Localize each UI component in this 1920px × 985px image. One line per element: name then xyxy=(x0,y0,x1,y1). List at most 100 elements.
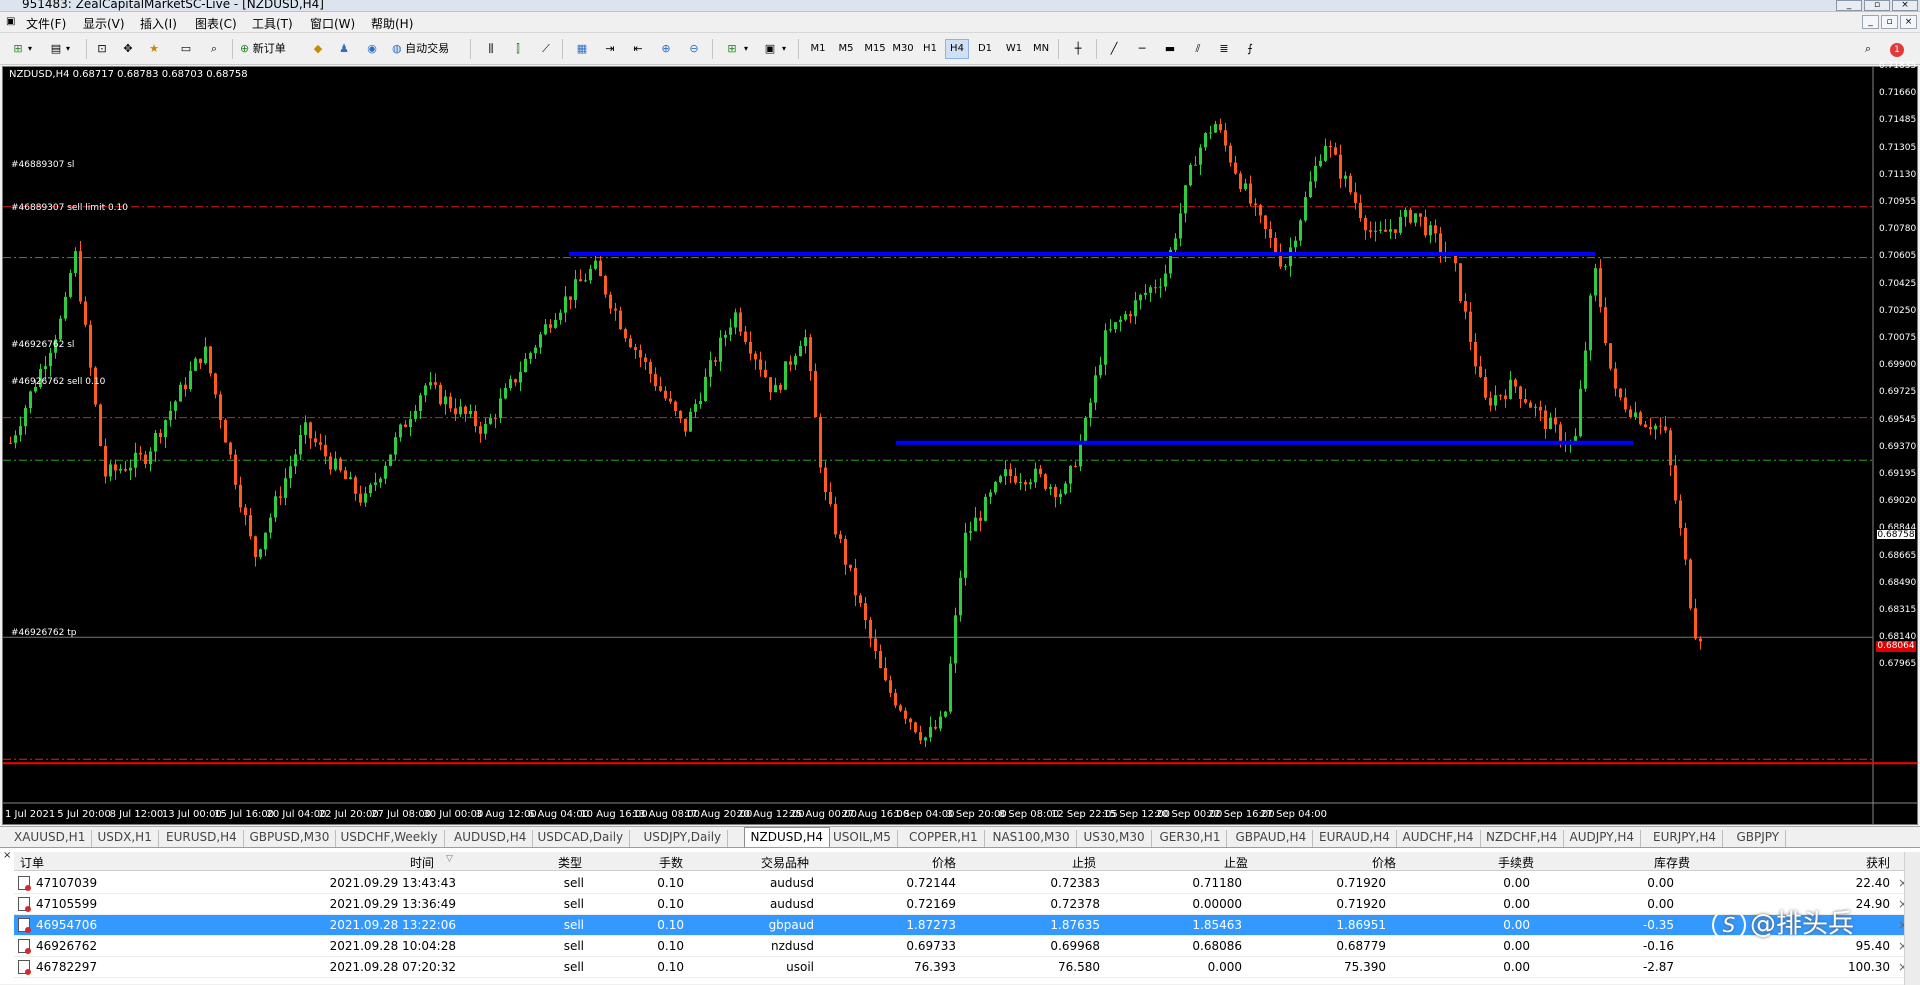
tile-windows-icon[interactable]: ▦ xyxy=(572,39,592,59)
mdi-restore-button[interactable]: ▫ xyxy=(1881,15,1898,29)
col-time[interactable]: 时间 xyxy=(410,854,434,871)
chart-tab[interactable]: GER30,H1 xyxy=(1154,830,1228,847)
profiles-icon[interactable]: ▤ xyxy=(46,39,66,59)
chart-tab[interactable]: GBPUSD,M30 xyxy=(244,830,337,847)
menu-tools[interactable]: 工具(T) xyxy=(252,15,293,32)
restore-button[interactable]: ▫ xyxy=(1864,0,1890,11)
tf-w1[interactable]: W1 xyxy=(1002,39,1026,59)
chart-tab[interactable]: NAS100,M30 xyxy=(987,830,1077,847)
fibo-fan-icon[interactable]: ⨍ xyxy=(1240,39,1260,59)
new-chart-icon[interactable]: ⊞ xyxy=(8,39,28,59)
vertical-scrollbar[interactable] xyxy=(1904,852,1920,985)
bar-chart-icon[interactable]: ⫼ xyxy=(481,39,501,59)
mdi-minimize-button[interactable]: _ xyxy=(1862,15,1879,29)
tf-m30[interactable]: M30 xyxy=(889,39,917,59)
menu-help[interactable]: 帮助(H) xyxy=(371,15,413,32)
app-icon[interactable]: ▣ xyxy=(6,16,15,27)
signals-icon[interactable]: ♟ xyxy=(334,39,354,59)
crosshair-icon[interactable]: ┼ xyxy=(1068,39,1088,59)
col-order[interactable]: 订单 xyxy=(20,854,44,871)
market-icon[interactable]: ◉ xyxy=(362,39,382,59)
tf-d1[interactable]: D1 xyxy=(973,39,997,59)
chart-tab[interactable]: USDX,H1 xyxy=(92,830,159,847)
tf-h4[interactable]: H4 xyxy=(945,39,969,59)
order-line-label[interactable]: #46926762 sl xyxy=(11,340,74,350)
candlestick-icon[interactable]: ⫿ xyxy=(508,39,528,59)
zoom-in-icon[interactable]: ⊕ xyxy=(656,39,676,59)
terminal-icon[interactable]: ▭ xyxy=(176,39,196,59)
tf-m15[interactable]: M15 xyxy=(861,39,889,59)
horizontal-line-icon[interactable]: ─ xyxy=(1132,39,1152,59)
chart-tab[interactable]: AUDCHF,H4 xyxy=(1397,830,1481,847)
tf-m5[interactable]: M5 xyxy=(834,39,858,59)
chevron-down-icon[interactable]: ▾ xyxy=(28,39,32,59)
col-symbol[interactable]: 交易品种 xyxy=(761,854,809,871)
chart-shift-icon[interactable]: ⇤ xyxy=(628,39,648,59)
templates-icon[interactable]: ▣ xyxy=(760,39,780,59)
col-type[interactable]: 类型 xyxy=(558,854,582,871)
col-open-price[interactable]: 价格 xyxy=(932,854,956,871)
zoom-out-icon[interactable]: ⊖ xyxy=(684,39,704,59)
chart-tab[interactable]: USDCHF,Weekly xyxy=(335,830,445,847)
chart-tab[interactable]: COPPER,H1 xyxy=(903,830,985,847)
chart-tab[interactable]: USOIL,M5 xyxy=(827,830,898,847)
col-profit[interactable]: 获利 xyxy=(1866,854,1890,871)
order-row[interactable]: 47107039 2021.09.29 13:43:43 sell 0.10 audus… xyxy=(14,873,1920,894)
menu-window[interactable]: 窗口(W) xyxy=(310,15,355,32)
menu-insert[interactable]: 插入(I) xyxy=(140,15,177,32)
col-tp[interactable]: 止盈 xyxy=(1224,854,1248,871)
chevron-down-icon[interactable]: ▾ xyxy=(782,39,786,59)
chart-tab[interactable]: EURUSD,H4 xyxy=(160,830,244,847)
chart-tab[interactable]: GBPAUD,H4 xyxy=(1230,830,1314,847)
menu-view[interactable]: 显示(V) xyxy=(83,15,125,32)
chart-tab[interactable]: GBPJPY xyxy=(1731,830,1787,847)
metaeditor-icon[interactable]: ◆ xyxy=(308,39,328,59)
close-button[interactable]: × xyxy=(1892,0,1918,11)
line-chart-icon[interactable]: ⟋ xyxy=(536,39,556,59)
col-sl[interactable]: 止损 xyxy=(1072,854,1096,871)
rectangle-icon[interactable]: ▬ xyxy=(1160,39,1180,59)
col-price[interactable]: 价格 xyxy=(1372,854,1396,871)
menu-file[interactable]: 文件(F) xyxy=(26,15,66,32)
tf-mn[interactable]: MN xyxy=(1029,39,1053,59)
chart-tab[interactable]: AUDJPY,H4 xyxy=(1564,830,1642,847)
col-swap[interactable]: 库存费 xyxy=(1654,854,1690,871)
order-line-label[interactable]: #46889307 sell limit 0.10 xyxy=(11,203,128,213)
tf-m1[interactable]: M1 xyxy=(806,39,830,59)
strategy-tester-icon[interactable]: ⌕ xyxy=(204,39,224,59)
tf-h1[interactable]: H1 xyxy=(918,39,942,59)
autoscroll-icon[interactable]: ⇥ xyxy=(600,39,620,59)
chart-tab[interactable]: XAUUSD,H1 xyxy=(8,830,93,847)
menu-charts[interactable]: 图表(C) xyxy=(195,15,237,32)
col-lots[interactable]: 手数 xyxy=(659,854,683,871)
close-icon[interactable]: × xyxy=(3,850,11,861)
mdi-close-button[interactable]: × xyxy=(1900,15,1917,29)
order-row[interactable]: 47105599 2021.09.29 13:36:49 sell 0.10 audus… xyxy=(14,894,1920,915)
chart-tab[interactable]: NZDCHF,H4 xyxy=(1480,830,1565,847)
chart-tab[interactable]: USDJPY,Daily xyxy=(638,830,729,847)
chart-tab[interactable]: US30,M30 xyxy=(1078,830,1152,847)
order-row[interactable]: 46954706 2021.09.28 13:22:06 sell 0.10 gbpau… xyxy=(14,915,1920,936)
order-row[interactable]: 46782297 2021.09.28 07:20:32 sell 0.10 usoil… xyxy=(14,957,1920,978)
chevron-down-icon[interactable]: ▾ xyxy=(744,39,748,59)
price-chart[interactable]: NZDUSD,H4 0.68717 0.68783 0.68703 0.6875… xyxy=(2,61,1918,825)
trendline-icon[interactable]: ╱ xyxy=(1104,39,1124,59)
chart-tab[interactable]: AUDUSD,H4 xyxy=(448,830,534,847)
auto-trading-button[interactable]: ◍ 自动交易 xyxy=(392,39,462,59)
order-line-label[interactable]: #46889307 sl xyxy=(11,160,74,170)
crosshair-move-icon[interactable]: ✥ xyxy=(118,39,138,59)
chart-tab[interactable]: EURJPY,H4 xyxy=(1647,830,1724,847)
col-commission[interactable]: 手续费 xyxy=(1498,854,1534,871)
new-order-button[interactable]: ⊕ 新订单 xyxy=(240,39,302,59)
indicators-icon[interactable]: ⊞ xyxy=(722,39,742,59)
chevron-down-icon[interactable]: ▾ xyxy=(66,39,70,59)
fibonacci-icon[interactable]: ≣ xyxy=(1214,39,1234,59)
minimize-button[interactable]: _ xyxy=(1836,0,1862,11)
chart-tab[interactable]: USDCAD,Daily xyxy=(532,830,631,847)
market-watch-icon[interactable]: ⊡ xyxy=(92,39,112,59)
order-line-label[interactable]: #46926762 sell 0.10 xyxy=(11,377,105,387)
chart-tab[interactable]: NZDUSD,H4 xyxy=(743,827,831,847)
notifications-button[interactable]: 1 xyxy=(1886,39,1908,59)
order-row[interactable]: 46926762 2021.09.28 10:04:28 sell 0.10 nzdus… xyxy=(14,936,1920,957)
order-line-label[interactable]: #46926762 tp xyxy=(11,628,76,638)
